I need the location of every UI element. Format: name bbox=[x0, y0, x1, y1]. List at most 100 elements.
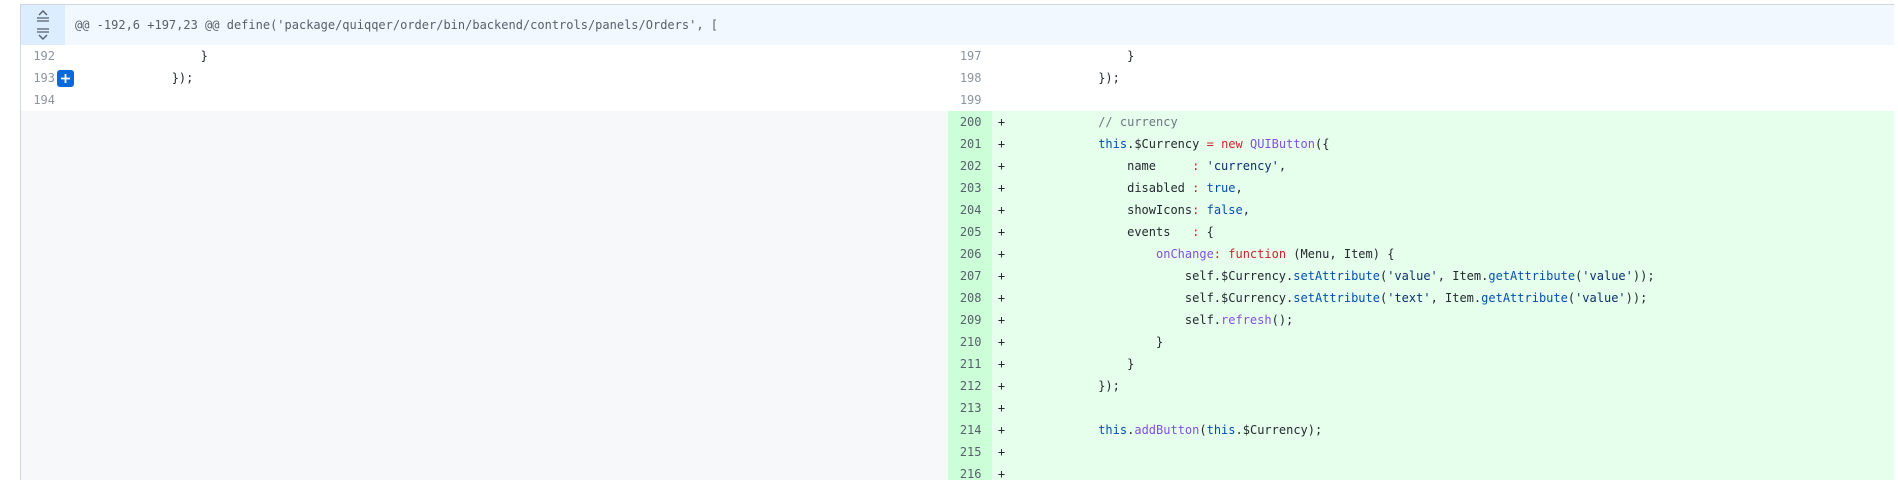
expand-up-icon[interactable] bbox=[33, 8, 53, 24]
left-empty-line bbox=[21, 309, 948, 331]
code-token: true bbox=[1206, 181, 1236, 195]
code-token: ( bbox=[1567, 291, 1576, 305]
diff-row-added: 214 + this.addButton(this.$Currency); bbox=[21, 419, 1894, 441]
right-line-number[interactable]: 198 bbox=[948, 67, 992, 89]
left-empty-line bbox=[21, 375, 948, 397]
right-line-number[interactable]: 210 bbox=[947, 331, 992, 353]
left-empty-line bbox=[21, 397, 948, 419]
left-code-line bbox=[85, 89, 948, 111]
code-token: getAttribute bbox=[1481, 291, 1568, 305]
left-empty-line bbox=[21, 177, 948, 199]
right-code-line: }); bbox=[1011, 71, 1120, 85]
right-line-number[interactable]: 204 bbox=[947, 199, 992, 221]
code-token: (Menu, Item) { bbox=[1286, 247, 1395, 261]
right-line-number[interactable]: 197 bbox=[948, 45, 992, 67]
right-line-number[interactable]: 202 bbox=[947, 155, 992, 177]
code-token: .$Currency); bbox=[1235, 423, 1323, 437]
left-empty-line bbox=[21, 155, 948, 177]
right-line-number[interactable]: 216 bbox=[947, 463, 992, 480]
addition-marker: + bbox=[997, 379, 1006, 393]
left-diff-marker bbox=[65, 89, 85, 111]
diff-row-added: 205 + events : { bbox=[21, 221, 1894, 243]
left-line-number[interactable]: 192 bbox=[21, 45, 65, 67]
plus-icon[interactable] bbox=[57, 70, 74, 87]
code-token: events bbox=[1011, 225, 1193, 239]
left-line-number[interactable]: 194 bbox=[21, 89, 65, 111]
hunk-header: @@ -192,6 +197,23 @@ define('package/qui… bbox=[21, 5, 1894, 45]
diff-row-added: 211 + } bbox=[21, 353, 1894, 375]
left-empty-line bbox=[21, 353, 948, 375]
left-empty-line bbox=[21, 221, 948, 243]
code-token: new bbox=[1221, 137, 1243, 151]
right-line-number[interactable]: 212 bbox=[947, 375, 992, 397]
addition-marker: + bbox=[997, 291, 1006, 305]
code-token: getAttribute bbox=[1488, 269, 1576, 283]
addition-marker: + bbox=[997, 115, 1006, 129]
right-added-line: 207 + self.$Currency.setAttribute('value'… bbox=[947, 265, 1895, 287]
right-line-number[interactable]: 214 bbox=[947, 419, 992, 441]
diff-row-added: 203 + disabled : true, bbox=[21, 177, 1894, 199]
right-added-line: 208 + self.$Currency.setAttribute ('text',… bbox=[947, 287, 1894, 309]
code-token: function bbox=[1228, 247, 1287, 261]
right-line-number[interactable]: 213 bbox=[947, 397, 992, 419]
right-line-number[interactable]: 205 bbox=[947, 221, 992, 243]
right-added-line: 216 + bbox=[947, 463, 1895, 480]
right-added-line: 201 + this.$Currency = new QUIButton({ bbox=[947, 133, 1894, 155]
code-token: ( bbox=[1199, 423, 1207, 437]
right-added-line: 202 + name : 'currency', bbox=[947, 155, 1894, 177]
right-line-number[interactable]: 200 bbox=[947, 111, 992, 133]
right-line-number[interactable]: 207 bbox=[947, 265, 992, 287]
left-side-line: 193 }); bbox=[21, 67, 948, 89]
right-line-number[interactable]: 201 bbox=[947, 133, 992, 155]
right-line-number[interactable]: 199 bbox=[948, 89, 992, 111]
left-side-line: 194 bbox=[21, 89, 948, 111]
left-code-line: } bbox=[85, 49, 208, 63]
addition-marker: + bbox=[997, 137, 1006, 151]
expand-down-icon[interactable] bbox=[33, 26, 53, 42]
right-line-number[interactable]: 211 bbox=[947, 353, 992, 375]
right-code-line bbox=[1012, 463, 1895, 480]
right-line-number[interactable]: 209 bbox=[947, 309, 992, 331]
right-line-number[interactable]: 208 bbox=[947, 287, 992, 309]
left-line-number[interactable]: 193 bbox=[21, 67, 74, 89]
right-diff-marker bbox=[992, 67, 1012, 89]
diff-row-added: 201 + this.$Currency = new QUIButton({ bbox=[21, 133, 1894, 155]
code-token: 'text' bbox=[1387, 291, 1431, 305]
right-code-line: disabled : true, bbox=[1012, 177, 1895, 199]
code-token: self.$Currency. bbox=[1011, 291, 1294, 305]
left-empty-line bbox=[21, 463, 948, 480]
diff-row-added: 204 + showIcons: false, bbox=[21, 199, 1894, 221]
code-token: .$Currency bbox=[1127, 137, 1207, 151]
expand-controls bbox=[21, 5, 65, 45]
right-side-line: 197 } bbox=[948, 45, 1895, 67]
right-code-line: showIcons: false, bbox=[1012, 199, 1895, 221]
addition-marker: + bbox=[997, 225, 1006, 239]
code-token: , bbox=[1242, 203, 1250, 217]
code-token: , bbox=[1278, 159, 1287, 173]
right-added-line: 212 + }); bbox=[947, 375, 1894, 397]
right-added-line: 210 + } bbox=[947, 331, 1894, 353]
diff-row-added: 208 + self.$Currency.setAttribute ('text',… bbox=[21, 287, 1894, 309]
right-line-number[interactable]: 203 bbox=[947, 177, 992, 199]
right-code-line: // currency bbox=[1012, 111, 1895, 133]
right-code-line bbox=[1012, 397, 1895, 419]
right-added-line: 214 + this.addButton(this.$Currency); bbox=[947, 419, 1894, 441]
code-token: QUIButton bbox=[1249, 137, 1316, 151]
diff-rows: 192 } 197 } 193 }); 198 }); 194 199 200 + // cu… bbox=[21, 45, 1894, 480]
left-empty-line bbox=[21, 287, 948, 309]
right-added-line: 213 + bbox=[947, 397, 1895, 419]
code-token: self.$Currency. bbox=[1011, 269, 1294, 283]
addition-marker: + bbox=[997, 203, 1006, 217]
right-code-line: self.$Currency.setAttribute('value', Ite… bbox=[1012, 265, 1895, 287]
diff-row-added: 206 + onChange: function (Menu, Item) { bbox=[21, 243, 1894, 265]
right-code-line: events : { bbox=[1012, 221, 1895, 243]
right-line-number[interactable]: 215 bbox=[947, 441, 992, 463]
left-empty-line bbox=[21, 111, 948, 133]
addition-marker: + bbox=[997, 401, 1006, 415]
right-line-number[interactable]: 206 bbox=[947, 243, 992, 265]
